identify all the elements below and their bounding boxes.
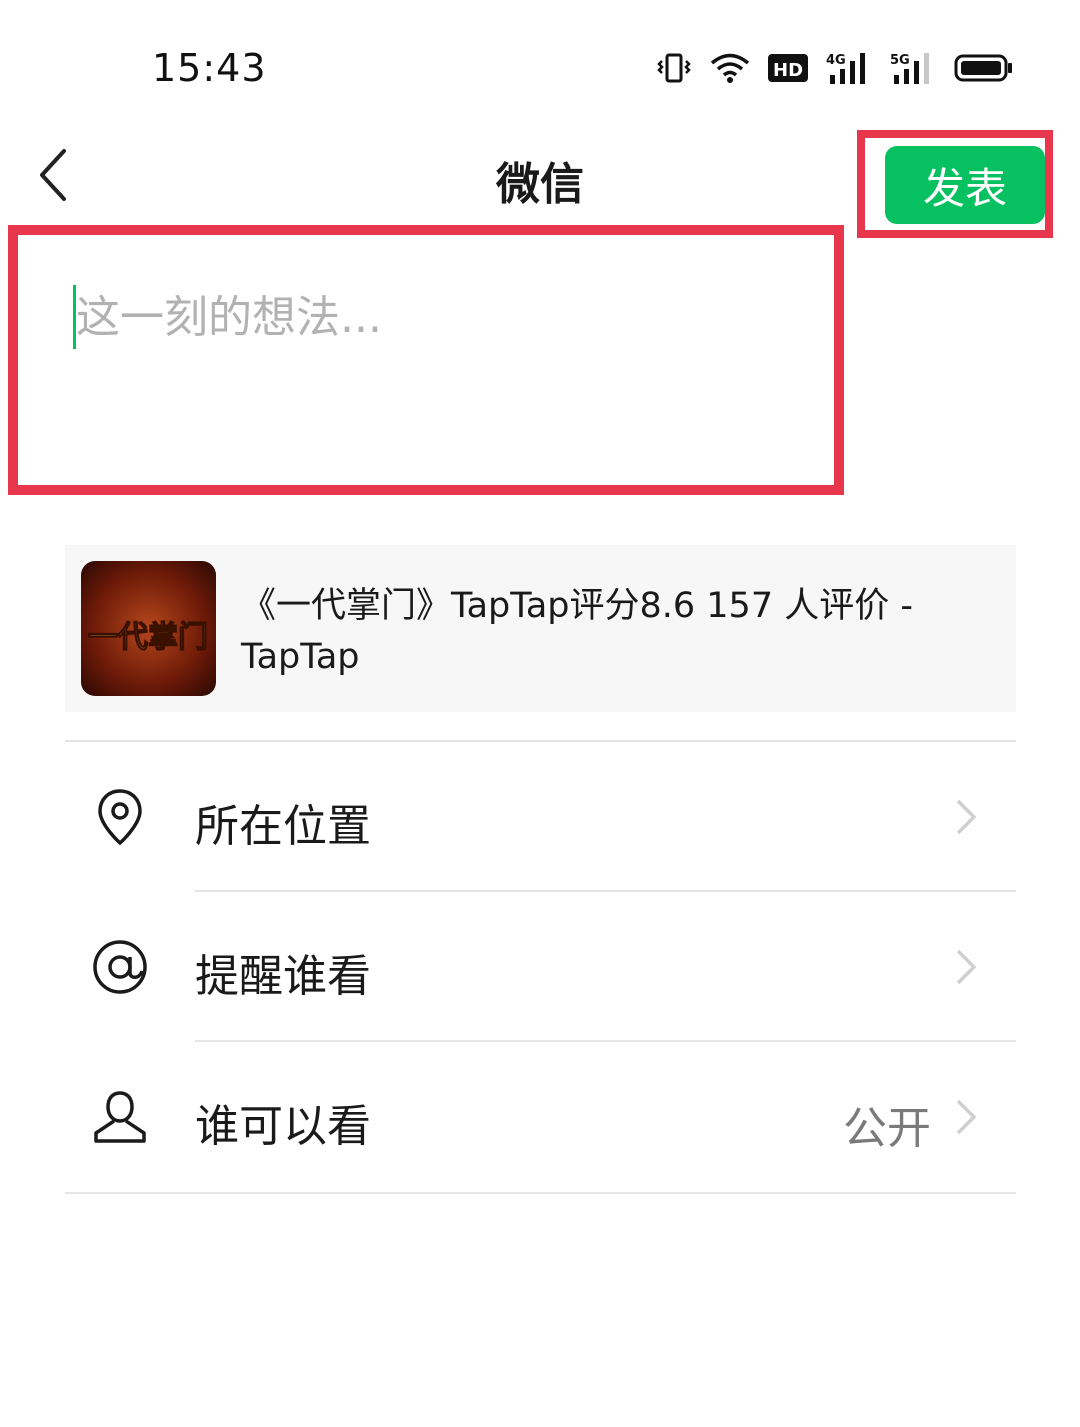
battery-icon [954,54,1012,82]
signal-4g-label: 4G [826,53,846,68]
thumbnail-text: 一代掌门 [88,620,208,655]
visibility-label: 谁可以看 [195,1101,371,1152]
chevron-right-icon [956,949,977,985]
vibrate-icon [657,53,691,83]
link-thumbnail: 一代掌门 [81,561,216,696]
location-row[interactable]: 所在位置 [65,742,1016,892]
divider [65,1192,1016,1194]
wifi-icon [710,53,750,83]
post-text-area [8,225,844,495]
signal-4g-icon: 4G [826,53,865,84]
status-icons: HD 4G 5G [656,48,1014,88]
mention-label: 提醒谁看 [195,951,371,1002]
hd-label: HD [773,60,803,81]
signal-5g-label: 5G [890,53,910,68]
publish-highlight: 发表 [857,130,1053,238]
hd-icon: HD [768,54,808,82]
status-bar: 15:43 HD 4G 5G [0,0,1080,130]
chevron-right-icon [956,1099,977,1135]
person-icon [94,1091,146,1143]
signal-5g-icon: 5G [890,53,929,84]
location-label: 所在位置 [195,801,371,852]
mention-row[interactable]: 提醒谁看 [65,892,1016,1042]
chevron-right-icon [956,799,977,835]
visibility-value: 公开 [843,1103,931,1154]
post-text-input[interactable] [76,287,816,347]
location-icon [98,789,142,846]
visibility-row[interactable]: 谁可以看 公开 [65,1042,1016,1192]
shared-link-card[interactable]: 一代掌门 《一代掌门》TapTap评分8.6 157 人评价 - TapTap [65,545,1016,712]
nav-bar: 微信 发表 [0,130,1080,238]
link-title: 《一代掌门》TapTap评分8.6 157 人评价 - TapTap [241,586,913,677]
publish-button[interactable]: 发表 [885,146,1045,224]
at-icon [93,940,147,994]
status-time: 15:43 [152,46,267,90]
